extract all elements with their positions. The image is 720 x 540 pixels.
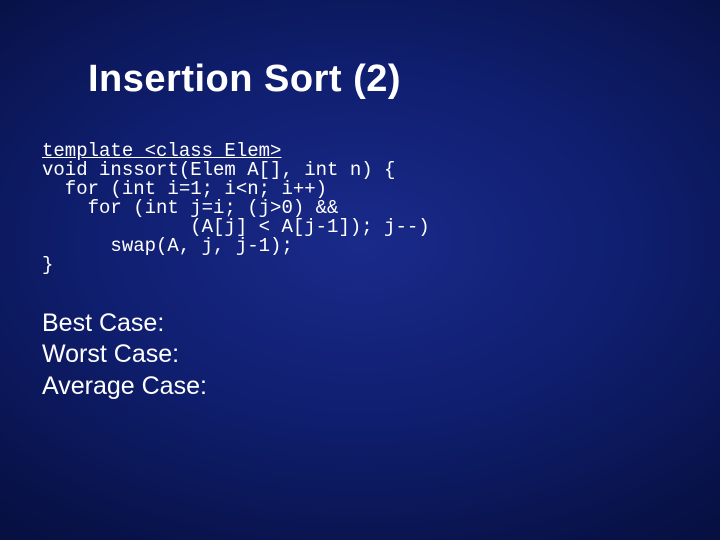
average-case-label: Average Case: xyxy=(42,371,207,402)
best-case-label: Best Case: xyxy=(42,308,207,339)
code-line-7: } xyxy=(42,254,53,276)
code-block: template <class Elem> void inssort(Elem … xyxy=(42,142,430,275)
worst-case-label: Worst Case: xyxy=(42,339,207,370)
code-line-6: swap(A, j, j-1); xyxy=(42,235,293,257)
slide-title: Insertion Sort (2) xyxy=(88,58,401,101)
analysis-block: Best Case: Worst Case: Average Case: xyxy=(42,308,207,402)
